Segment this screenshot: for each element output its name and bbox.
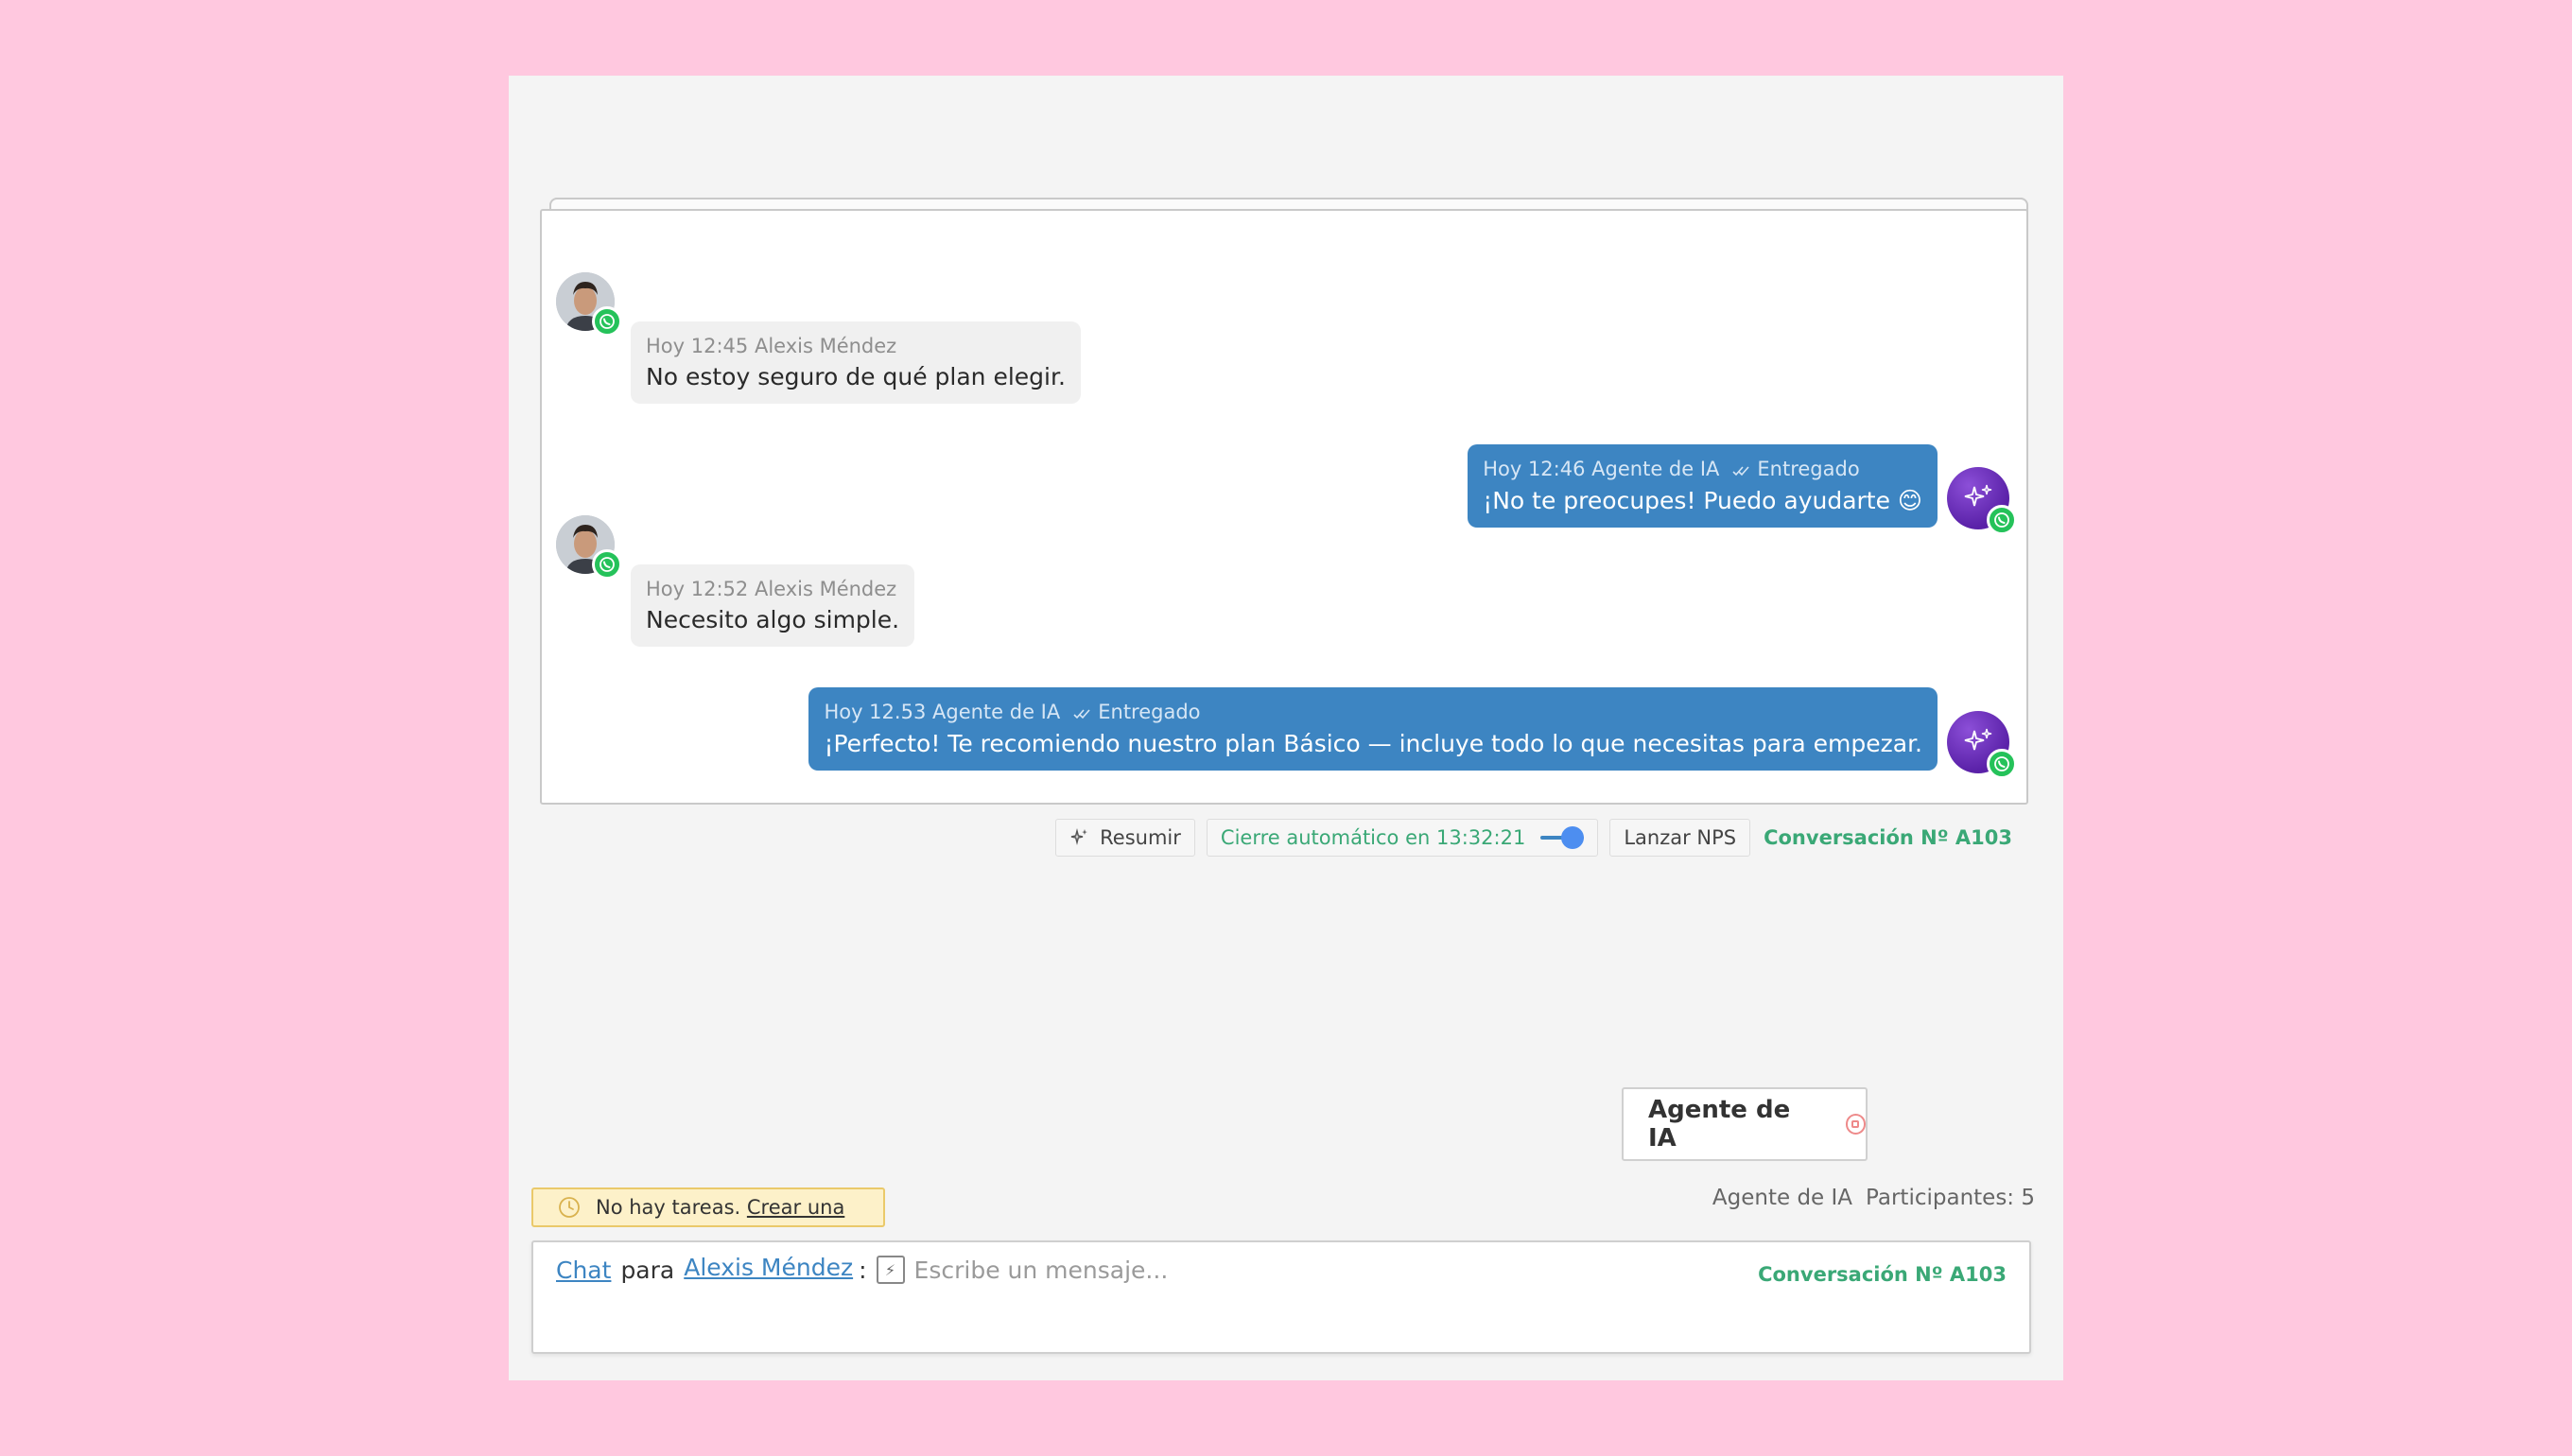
no-tasks-text: No hay tareas. [596,1196,741,1219]
conversation-toolbar: Resumir Cierre automático en 13:32:21 La… [1055,819,2012,857]
quick-reply-icon[interactable]: ⚡ [876,1256,905,1284]
para-text: para [620,1256,675,1284]
message-bubble[interactable]: Hoy 12:52 Alexis Méndez Necesito algo si… [631,564,915,647]
ai-agent-avatar[interactable] [1947,711,2017,779]
stop-icon[interactable] [1845,1114,1866,1135]
summarize-button[interactable]: Resumir [1055,819,1195,857]
ai-agent-chip-label: Agente de IA [1648,1096,1791,1153]
launch-nps-button[interactable]: Lanzar NPS [1609,819,1751,857]
double-check-icon [1073,702,1094,724]
message-bubble[interactable]: Hoy 12:46 Agente de IA Entregado ¡No te p… [1468,444,1938,528]
conversation-card: Hoy 12:45 Alexis Méndez No estoy seguro … [540,209,2028,857]
message-text: ¡Perfecto! Te recomiendo nuestro plan Bá… [824,730,1922,757]
recipient-selector[interactable]: Alexis Méndez [684,1254,853,1281]
message-bubble[interactable]: Hoy 12:45 Alexis Méndez No estoy seguro … [631,321,1081,404]
chat-panel: Hoy 12:45 Alexis Méndez No estoy seguro … [509,76,2063,1380]
tasks-banner: No hay tareas. Crear una [531,1187,885,1227]
participant-agent: Agente de IA [1712,1186,1853,1210]
sparkles-icon [1069,827,1090,848]
ai-agent-avatar[interactable] [1947,467,2017,535]
participants-count: Participantes: 5 [1866,1186,2035,1210]
auto-close-label: Cierre automático en 13:32:21 [1220,826,1526,849]
channel-selector[interactable]: Chat [556,1257,611,1284]
whatsapp-icon [592,549,622,580]
message-composer[interactable]: Chat para Alexis Méndez : ⚡ Escribe un m… [531,1240,2031,1354]
participants-info: Agente de IA Participantes: 5 [1712,1186,2035,1210]
message-input[interactable]: Escribe un mensaje... [914,1257,1169,1284]
auto-close-toggle[interactable] [1540,826,1585,849]
composer-conversation-id: Conversación Nº A103 [1758,1263,2007,1286]
ai-agent-chip[interactable]: Agente de IA [1622,1087,1868,1161]
whatsapp-icon [592,306,622,337]
message-text: ¡No te preocupes! Puedo ayudarte 😊 [1483,487,1922,514]
customer-avatar[interactable] [556,272,622,337]
customer-avatar[interactable] [556,515,622,580]
message-meta: Hoy 12.53 Agente de IA Entregado [824,701,1201,724]
whatsapp-icon [1987,749,2017,779]
message-text: Necesito algo simple. [646,606,900,633]
create-task-link[interactable]: Crear una [747,1196,844,1219]
whatsapp-icon [1987,505,2017,535]
double-check-icon [1732,459,1753,481]
clock-icon [558,1196,581,1219]
message-meta: Hoy 12:52 Alexis Méndez [646,578,897,600]
conversation-id: Conversación Nº A103 [1764,826,2012,849]
message-meta: Hoy 12:46 Agente de IA Entregado [1483,458,1860,481]
auto-close-control[interactable]: Cierre automático en 13:32:21 [1206,819,1599,857]
message-bubble[interactable]: Hoy 12.53 Agente de IA Entregado ¡Perfect… [808,687,1938,771]
summarize-label: Resumir [1100,826,1181,849]
message-text: No estoy seguro de qué plan elegir. [646,363,1066,390]
colon-text: : [859,1256,867,1284]
message-meta: Hoy 12:45 Alexis Méndez [646,335,897,357]
